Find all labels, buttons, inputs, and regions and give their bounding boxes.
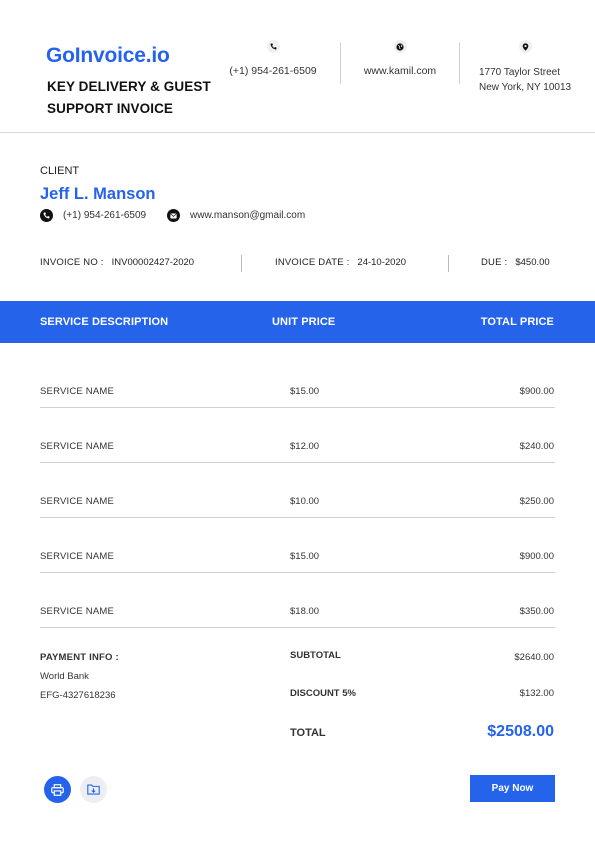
company-phone-text: (+1) 954-261-6509 bbox=[229, 65, 317, 77]
company-website-text[interactable]: www.kamil.com bbox=[352, 65, 448, 77]
due-amount: DUE : $450.00 bbox=[481, 257, 550, 268]
service-description: SERVICE NAME bbox=[40, 606, 115, 617]
service-description: SERVICE NAME bbox=[40, 441, 115, 452]
due-label: DUE : bbox=[481, 257, 508, 268]
payment-info-label: PAYMENT INFO : bbox=[40, 652, 119, 663]
meta-divider bbox=[241, 255, 242, 272]
total-price: $350.00 bbox=[519, 606, 554, 617]
service-description: SERVICE NAME bbox=[40, 496, 115, 507]
invoice-date: INVOICE DATE : 24-10-2020 bbox=[275, 257, 406, 268]
client-email-text[interactable]: www.manson@gmail.com bbox=[190, 210, 305, 221]
client-email: www.manson@gmail.com bbox=[167, 209, 305, 222]
total-label: TOTAL bbox=[290, 727, 326, 739]
download-folder-icon bbox=[87, 784, 100, 795]
column-header-description: SERVICE DESCRIPTION bbox=[40, 316, 169, 328]
company-phone: (+1) 954-261-6509 bbox=[222, 40, 324, 77]
client-phone: (+1) 954-261-6509 bbox=[40, 209, 146, 222]
invoice-header: GoInvoice.io KEY DELIVERY & GUEST SUPPOR… bbox=[0, 0, 595, 133]
download-button[interactable] bbox=[80, 776, 107, 803]
payment-bank: World Bank bbox=[40, 671, 89, 682]
unit-price: $15.00 bbox=[290, 551, 320, 562]
invoice-date-value: 24-10-2020 bbox=[357, 257, 407, 268]
total-value: $2508.00 bbox=[487, 723, 554, 740]
invoice-number-label: INVOICE NO : bbox=[40, 257, 104, 268]
table-row: SERVICE NAME $10.00 $250.00 bbox=[40, 463, 555, 518]
column-header-total-price: TOTAL PRICE bbox=[480, 316, 554, 328]
invoice-title: KEY DELIVERY & GUEST SUPPORT INVOICE bbox=[47, 79, 211, 116]
total-price: $900.00 bbox=[519, 551, 554, 562]
phone-icon bbox=[40, 209, 53, 222]
phone-icon bbox=[266, 40, 280, 53]
table-row: SERVICE NAME $12.00 $240.00 bbox=[40, 408, 555, 463]
location-pin-icon bbox=[518, 40, 532, 53]
subtotal-label: SUBTOTAL bbox=[290, 650, 341, 661]
client-phone-text: (+1) 954-261-6509 bbox=[63, 210, 147, 221]
payment-account: EFG-4327618236 bbox=[40, 690, 116, 701]
table-row: SERVICE NAME $15.00 $900.00 bbox=[40, 353, 555, 408]
table-header: SERVICE DESCRIPTION UNIT PRICE TOTAL PRI… bbox=[0, 301, 595, 343]
print-button[interactable] bbox=[44, 776, 71, 803]
header-divider bbox=[340, 43, 341, 84]
print-icon bbox=[51, 783, 64, 796]
address-line-2: New York, NY 10013 bbox=[479, 82, 572, 93]
service-description: SERVICE NAME bbox=[40, 386, 115, 397]
header-divider bbox=[459, 43, 460, 84]
unit-price: $12.00 bbox=[290, 441, 320, 452]
meta-divider bbox=[448, 255, 449, 272]
globe-icon bbox=[393, 40, 407, 53]
service-description: SERVICE NAME bbox=[40, 551, 115, 562]
pay-now-button[interactable]: Pay Now bbox=[470, 775, 555, 802]
invoice-number-value: INV00002427-2020 bbox=[111, 257, 195, 268]
unit-price: $18.00 bbox=[290, 606, 320, 617]
unit-price: $10.00 bbox=[290, 496, 320, 507]
address-line-1: 1770 Taylor Street bbox=[479, 67, 560, 78]
discount-value: $132.00 bbox=[519, 688, 554, 699]
due-value: $450.00 bbox=[515, 257, 550, 268]
subtotal-value: $2640.00 bbox=[514, 652, 554, 663]
table-row: SERVICE NAME $15.00 $900.00 bbox=[40, 518, 555, 573]
total-price: $240.00 bbox=[519, 441, 554, 452]
company-website: www.kamil.com bbox=[352, 40, 448, 77]
brand-logo: GoInvoice.io bbox=[46, 44, 170, 67]
discount-label: DISCOUNT 5% bbox=[290, 688, 356, 699]
company-address: 1770 Taylor Street New York, NY 10013 bbox=[470, 40, 580, 95]
total-price: $250.00 bbox=[519, 496, 554, 507]
client-label: CLIENT bbox=[40, 165, 80, 177]
invoice-date-label: INVOICE DATE : bbox=[275, 257, 350, 268]
client-name: Jeff L. Manson bbox=[40, 185, 156, 203]
unit-price: $15.00 bbox=[290, 386, 320, 397]
mail-icon bbox=[167, 209, 180, 222]
column-header-unit-price: UNIT PRICE bbox=[272, 316, 336, 328]
table-row: SERVICE NAME $18.00 $350.00 bbox=[40, 573, 555, 628]
invoice-number: INVOICE NO : INV00002427-2020 bbox=[40, 257, 194, 268]
total-price: $900.00 bbox=[519, 386, 554, 397]
